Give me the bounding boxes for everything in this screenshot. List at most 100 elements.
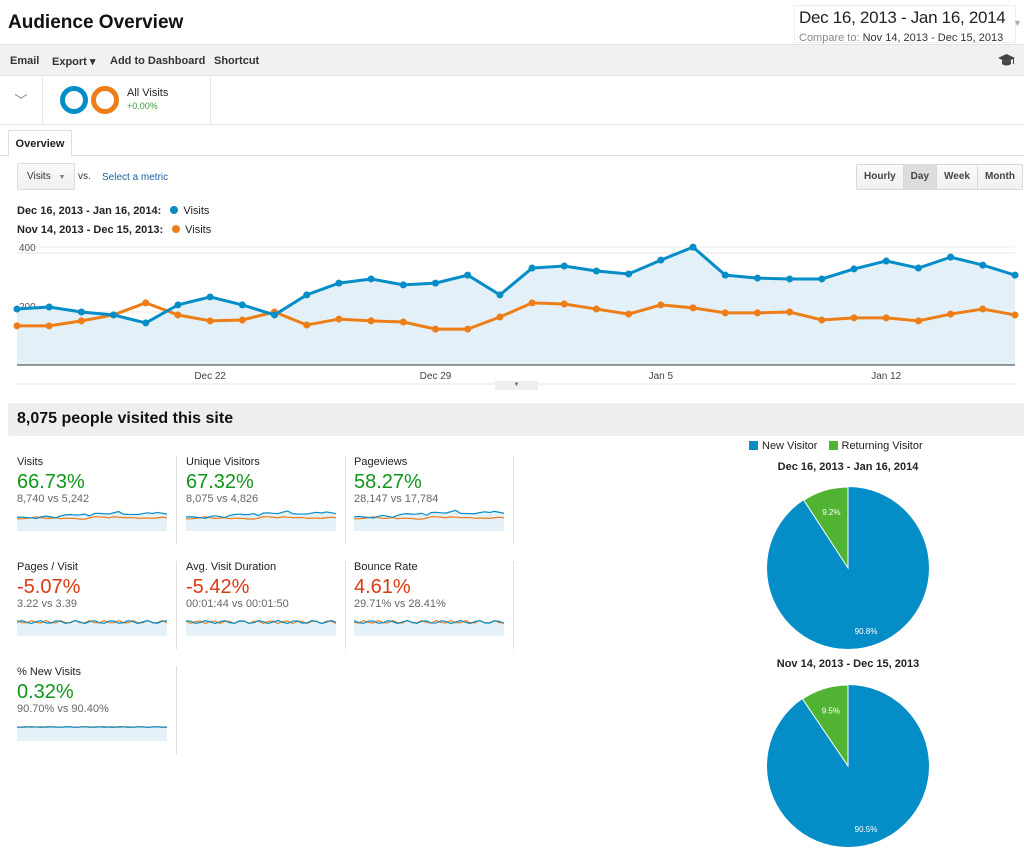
- data-point-previous[interactable]: [721, 309, 729, 317]
- tab-overview[interactable]: Overview: [8, 130, 72, 156]
- data-point-previous[interactable]: [13, 322, 21, 330]
- data-point-current[interactable]: [399, 281, 407, 289]
- data-point-previous[interactable]: [335, 315, 343, 323]
- data-point-previous[interactable]: [818, 316, 826, 324]
- data-point-current[interactable]: [528, 264, 536, 272]
- data-point-previous[interactable]: [238, 316, 246, 324]
- data-point-previous[interactable]: [142, 299, 150, 307]
- data-point-current[interactable]: [786, 275, 794, 283]
- select-metric-link[interactable]: Select a metric: [102, 172, 168, 183]
- data-point-previous[interactable]: [882, 314, 890, 322]
- pie-label-new: 90.8%: [855, 627, 878, 636]
- legend-series: Visits: [185, 224, 212, 236]
- data-point-previous[interactable]: [528, 299, 536, 307]
- data-point-current[interactable]: [174, 301, 182, 309]
- data-point-previous[interactable]: [689, 304, 697, 312]
- export-button[interactable]: Export ▾: [52, 55, 95, 68]
- data-point-current[interactable]: [110, 311, 118, 319]
- data-point-current[interactable]: [850, 265, 858, 273]
- data-point-previous[interactable]: [303, 321, 311, 329]
- data-point-current[interactable]: [77, 308, 85, 316]
- metric-avg-visit-duration[interactable]: Avg. Visit Duration -5.42% 00:01:44 vs 0…: [186, 561, 346, 649]
- pie-label-new: 90.5%: [855, 825, 878, 834]
- date-range[interactable]: Dec 16, 2013 - Jan 16, 2014: [799, 8, 1011, 28]
- data-point-current[interactable]: [432, 279, 440, 287]
- shortcut-button[interactable]: Shortcut: [214, 55, 259, 67]
- data-point-previous[interactable]: [947, 310, 955, 318]
- metric-dropdown[interactable]: Visits ▼: [17, 163, 75, 190]
- toolbar: Email Export ▾ Add to Dashboard Shortcut: [0, 44, 1024, 76]
- data-point-current[interactable]: [303, 291, 311, 299]
- metric-sparkline: [186, 619, 336, 636]
- data-point-current[interactable]: [560, 262, 568, 270]
- chevron-down-icon[interactable]: ﹀: [0, 77, 43, 124]
- day-button[interactable]: Day: [902, 165, 937, 189]
- data-point-previous[interactable]: [592, 305, 600, 313]
- data-point-current[interactable]: [142, 319, 150, 327]
- data-point-previous[interactable]: [399, 318, 407, 326]
- data-point-previous[interactable]: [206, 317, 214, 325]
- data-point-current[interactable]: [818, 275, 826, 283]
- data-point-previous[interactable]: [367, 317, 375, 325]
- data-point-current[interactable]: [13, 305, 21, 313]
- metric--new-visits[interactable]: % New Visits 0.32% 90.70% vs 90.40%: [17, 666, 177, 754]
- data-point-previous[interactable]: [174, 311, 182, 319]
- metric-pages-visit[interactable]: Pages / Visit -5.07% 3.22 vs 3.39: [17, 561, 177, 649]
- data-point-current[interactable]: [496, 291, 504, 299]
- data-point-current[interactable]: [753, 274, 761, 282]
- data-point-current[interactable]: [1011, 271, 1019, 279]
- x-tick-label: Jan 12: [871, 371, 901, 382]
- data-point-current[interactable]: [914, 264, 922, 272]
- data-point-current[interactable]: [882, 257, 890, 265]
- data-point-previous[interactable]: [432, 325, 440, 333]
- data-point-previous[interactable]: [786, 308, 794, 316]
- data-point-current[interactable]: [657, 256, 665, 264]
- chart-resize-handle[interactable]: ▼: [495, 381, 538, 390]
- add-to-dashboard-button[interactable]: Add to Dashboard: [110, 55, 205, 67]
- data-point-previous[interactable]: [77, 317, 85, 325]
- data-point-previous[interactable]: [45, 322, 53, 330]
- data-point-current[interactable]: [271, 311, 279, 319]
- dropdown-arrow-icon[interactable]: ▼: [1013, 18, 1022, 28]
- data-point-current[interactable]: [979, 261, 987, 269]
- data-point-current[interactable]: [206, 293, 214, 301]
- data-point-previous[interactable]: [850, 314, 858, 322]
- email-button[interactable]: Email: [10, 55, 39, 67]
- metric-pageviews[interactable]: Pageviews 58.27% 28,147 vs 17,784: [354, 456, 514, 544]
- metric-divider: [345, 456, 346, 544]
- data-point-current[interactable]: [721, 271, 729, 279]
- month-button[interactable]: Month: [976, 165, 1022, 189]
- data-point-current[interactable]: [238, 301, 246, 309]
- metric-comparison: 29.71% vs 28.41%: [354, 598, 446, 610]
- metric-comparison: 90.70% vs 90.40%: [17, 703, 109, 715]
- data-point-current[interactable]: [947, 253, 955, 261]
- data-point-current[interactable]: [45, 303, 53, 311]
- data-point-previous[interactable]: [753, 309, 761, 317]
- metric-visits[interactable]: Visits 66.73% 8,740 vs 5,242: [17, 456, 177, 544]
- data-point-previous[interactable]: [979, 305, 987, 313]
- hourly-button[interactable]: Hourly: [857, 165, 903, 189]
- data-point-current[interactable]: [367, 275, 375, 283]
- data-point-previous[interactable]: [496, 313, 504, 321]
- data-point-current[interactable]: [335, 279, 343, 287]
- data-point-previous[interactable]: [560, 300, 568, 308]
- data-point-current[interactable]: [464, 271, 472, 279]
- metric-bounce-rate[interactable]: Bounce Rate 4.61% 29.71% vs 28.41%: [354, 561, 514, 649]
- date-range-picker[interactable]: Dec 16, 2013 - Jan 16, 2014 Compare to: …: [794, 5, 1016, 44]
- metric-unique-visitors[interactable]: Unique Visitors 67.32% 8,075 vs 4,826: [186, 456, 346, 544]
- data-point-previous[interactable]: [464, 325, 472, 333]
- data-point-previous[interactable]: [657, 301, 665, 309]
- metric-change: -5.07%: [17, 576, 81, 598]
- x-tick-label: Jan 5: [649, 371, 674, 382]
- data-point-previous[interactable]: [625, 310, 633, 318]
- week-button[interactable]: Week: [936, 165, 977, 189]
- data-point-previous[interactable]: [914, 317, 922, 325]
- metric-sparkline: [17, 726, 167, 741]
- segment-all-visits[interactable]: All Visits +0.00%: [43, 77, 211, 124]
- legend-range: Nov 14, 2013 - Dec 15, 2013:: [17, 224, 164, 236]
- graduation-cap-icon[interactable]: [998, 53, 1015, 68]
- data-point-previous[interactable]: [1011, 311, 1019, 319]
- data-point-current[interactable]: [689, 243, 697, 251]
- data-point-current[interactable]: [625, 270, 633, 278]
- data-point-current[interactable]: [592, 267, 600, 275]
